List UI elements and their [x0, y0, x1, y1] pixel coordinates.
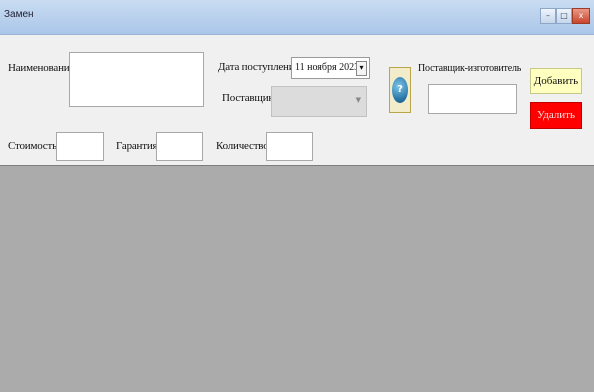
window-controls: – □ x [540, 8, 590, 24]
supplier-combobox[interactable]: ▼ [271, 86, 367, 117]
close-icon[interactable]: x [572, 8, 590, 24]
warranty-label: Гарантия [116, 140, 158, 152]
title-bar[interactable]: Замен – □ x [0, 0, 594, 35]
name-label: Наименование [8, 62, 75, 74]
price-field[interactable] [56, 132, 104, 161]
data-grid[interactable] [0, 165, 594, 392]
manufacturer-field[interactable] [428, 84, 517, 114]
help-button[interactable]: ? [389, 67, 411, 113]
quantity-field[interactable] [266, 132, 313, 161]
calendar-icon[interactable]: ▾ [356, 61, 367, 76]
minimize-icon[interactable]: – [540, 8, 556, 24]
warranty-field[interactable] [156, 132, 203, 161]
clear-button[interactable]: Удалить [530, 102, 582, 129]
manufacturer-label: Поставщик-изготовитель [418, 63, 522, 74]
date-picker[interactable]: 11 ноября 2023 г. ▾ [291, 57, 370, 79]
date-label: Дата поступления [218, 61, 300, 73]
app-window: Замен – □ x Наименование Дата поступлени… [0, 0, 594, 392]
price-label: Стоимость [8, 140, 57, 152]
maximize-icon[interactable]: □ [556, 8, 572, 24]
supplier-label: Поставщик [222, 92, 274, 104]
quantity-label: Количество [216, 140, 269, 152]
add-button[interactable]: Добавить [530, 68, 582, 94]
help-icon: ? [392, 77, 408, 103]
name-textarea[interactable] [69, 52, 204, 107]
chevron-down-icon[interactable]: ▼ [356, 96, 361, 104]
window-title: Замен [4, 9, 34, 20]
